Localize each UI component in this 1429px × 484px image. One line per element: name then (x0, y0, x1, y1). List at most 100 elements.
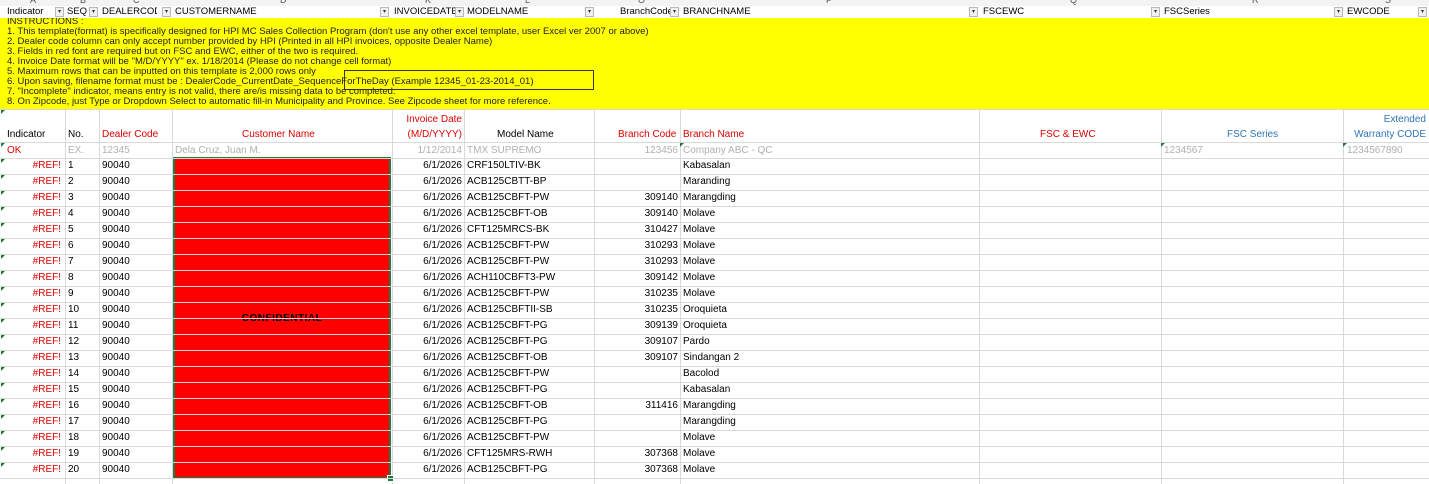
cell-model-name[interactable]: ACB125CBFT-PW (467, 190, 592, 206)
cell-no[interactable]: 12 (68, 334, 98, 350)
cell-model-name[interactable]: ACB125CBFT-PG (467, 318, 592, 334)
cell-indicator[interactable]: #REF! (5, 302, 61, 318)
cell-indicator[interactable]: #REF! (5, 398, 61, 414)
cell-branch-code[interactable]: 310293 (596, 254, 678, 270)
column-letter-q[interactable]: Q (1070, 0, 1077, 5)
cell-indicator[interactable]: #REF! (5, 430, 61, 446)
cell-invoice-date[interactable]: 6/1/2026 (394, 398, 462, 414)
cell-model-name[interactable]: ACB125CBFT-PW (467, 366, 592, 382)
cell-indicator[interactable]: #REF! (5, 462, 61, 478)
cell-branch-code[interactable]: 309107 (596, 334, 678, 350)
cell-branch-name[interactable]: Molave (683, 254, 973, 270)
cell-dealer-code[interactable]: 90040 (102, 430, 170, 446)
column-letter-l[interactable]: L (525, 0, 530, 5)
example-invoice-date[interactable]: 1/12/2014 (394, 143, 463, 159)
filter-dropdown-icon[interactable]: ▾ (455, 7, 464, 17)
cell-branch-code[interactable]: 310427 (596, 222, 678, 238)
cell-invoice-date[interactable]: 6/1/2026 (394, 446, 462, 462)
cell-no[interactable]: 11 (68, 318, 98, 334)
cell-dealer-code[interactable]: 90040 (102, 414, 170, 430)
cell-branch-name[interactable]: Marangding (683, 414, 973, 430)
cell-model-name[interactable]: ACB125CBFT-PW (467, 430, 592, 446)
cell-branch-name[interactable]: Kabasalan (683, 382, 973, 398)
cell-no[interactable]: 1 (68, 158, 98, 174)
cell-indicator[interactable]: #REF! (5, 254, 61, 270)
cell-invoice-date[interactable]: 6/1/2026 (394, 270, 462, 286)
cell-indicator[interactable]: #REF! (5, 206, 61, 222)
example-branch-name[interactable]: Company ABC - QC (683, 143, 772, 159)
cell-model-name[interactable]: ACB125CBFT-PG (467, 382, 592, 398)
cell-branch-name[interactable]: Molave (683, 222, 973, 238)
cell-dealer-code[interactable]: 90040 (102, 398, 170, 414)
cell-invoice-date[interactable]: 6/1/2026 (394, 254, 462, 270)
example-indicator[interactable]: OK (7, 143, 21, 159)
column-letter-d[interactable]: D (280, 0, 287, 5)
cell-indicator[interactable]: #REF! (5, 174, 61, 190)
cell-dealer-code[interactable]: 90040 (102, 206, 170, 222)
cell-model-name[interactable]: ACB125CBFT-PG (467, 462, 592, 478)
filter-dropdown-icon[interactable]: ▾ (1418, 7, 1427, 17)
cell-indicator[interactable]: #REF! (5, 222, 61, 238)
filter-dropdown-icon[interactable]: ▾ (585, 7, 594, 17)
cell-invoice-date[interactable]: 6/1/2026 (394, 238, 462, 254)
cell-branch-name[interactable]: Oroquieta (683, 302, 973, 318)
example-model-name[interactable]: TMX SUPREMO (467, 143, 541, 159)
cell-invoice-date[interactable]: 6/1/2026 (394, 318, 462, 334)
cell-branch-name[interactable]: Oroquieta (683, 318, 973, 334)
cell-invoice-date[interactable]: 6/1/2026 (394, 190, 462, 206)
cell-branch-name[interactable]: Molave (683, 238, 973, 254)
cell-no[interactable]: 4 (68, 206, 98, 222)
cell-indicator[interactable]: #REF! (5, 286, 61, 302)
cell-branch-name[interactable]: Maranding (683, 174, 973, 190)
cell-branch-code[interactable]: 309140 (596, 206, 678, 222)
cell-branch-name[interactable]: Bacolod (683, 366, 973, 382)
cell-branch-name[interactable]: Molave (683, 462, 973, 478)
cell-model-name[interactable]: CRF150LTIV-BK (467, 158, 592, 174)
cell-dealer-code[interactable]: 90040 (102, 254, 170, 270)
cell-branch-code[interactable]: 309139 (596, 318, 678, 334)
cell-no[interactable]: 2 (68, 174, 98, 190)
cell-branch-name[interactable]: Sindangan 2 (683, 350, 973, 366)
cell-indicator[interactable]: #REF! (5, 318, 61, 334)
cell-dealer-code[interactable]: 90040 (102, 462, 170, 478)
cell-invoice-date[interactable]: 6/1/2026 (394, 382, 462, 398)
column-letter-s[interactable]: S (1385, 0, 1391, 5)
cell-invoice-date[interactable]: 6/1/2026 (394, 414, 462, 430)
cell-dealer-code[interactable]: 90040 (102, 334, 170, 350)
cell-invoice-date[interactable]: 6/1/2026 (394, 366, 462, 382)
cell-no[interactable]: 5 (68, 222, 98, 238)
cell-model-name[interactable]: ACB125CBFT-PW (467, 286, 592, 302)
cell-dealer-code[interactable]: 90040 (102, 366, 170, 382)
cell-model-name[interactable]: ACB125CBFT-PG (467, 334, 592, 350)
cell-model-name[interactable]: ACB125CBFT-OB (467, 206, 592, 222)
cell-indicator[interactable]: #REF! (5, 158, 61, 174)
filter-dropdown-icon[interactable]: ▾ (670, 7, 679, 17)
example-ewcode[interactable]: 1234567890 (1347, 143, 1403, 159)
column-letter-p[interactable]: P (826, 0, 832, 5)
cell-indicator[interactable]: #REF! (5, 366, 61, 382)
cell-model-name[interactable]: ACB125CBFT-OB (467, 398, 592, 414)
cell-model-name[interactable]: ACB125CBFT-OB (467, 350, 592, 366)
cell-branch-name[interactable]: Molave (683, 430, 973, 446)
cell-indicator[interactable]: #REF! (5, 446, 61, 462)
cell-model-name[interactable]: ACB125CBFTII-SB (467, 302, 592, 318)
cell-no[interactable]: 8 (68, 270, 98, 286)
cell-dealer-code[interactable]: 90040 (102, 174, 170, 190)
cell-dealer-code[interactable]: 90040 (102, 318, 170, 334)
column-letter-k[interactable]: K (425, 0, 431, 5)
filter-dropdown-icon[interactable]: ▾ (89, 7, 98, 17)
cell-model-name[interactable]: CFT125MRCS-BK (467, 222, 592, 238)
cell-no[interactable]: 10 (68, 302, 98, 318)
cell-model-name[interactable]: ACB125CBFT-PG (467, 414, 592, 430)
cell-branch-code[interactable] (596, 174, 678, 190)
cell-branch-code[interactable]: 311416 (596, 398, 678, 414)
cell-branch-code[interactable]: 310235 (596, 286, 678, 302)
cell-dealer-code[interactable]: 90040 (102, 446, 170, 462)
cell-indicator[interactable]: #REF! (5, 334, 61, 350)
filter-dropdown-icon[interactable]: ▾ (969, 7, 978, 17)
cell-branch-code[interactable] (596, 414, 678, 430)
cell-dealer-code[interactable]: 90040 (102, 190, 170, 206)
cell-branch-code[interactable]: 309107 (596, 350, 678, 366)
cell-branch-code[interactable]: 309140 (596, 190, 678, 206)
cell-invoice-date[interactable]: 6/1/2026 (394, 174, 462, 190)
